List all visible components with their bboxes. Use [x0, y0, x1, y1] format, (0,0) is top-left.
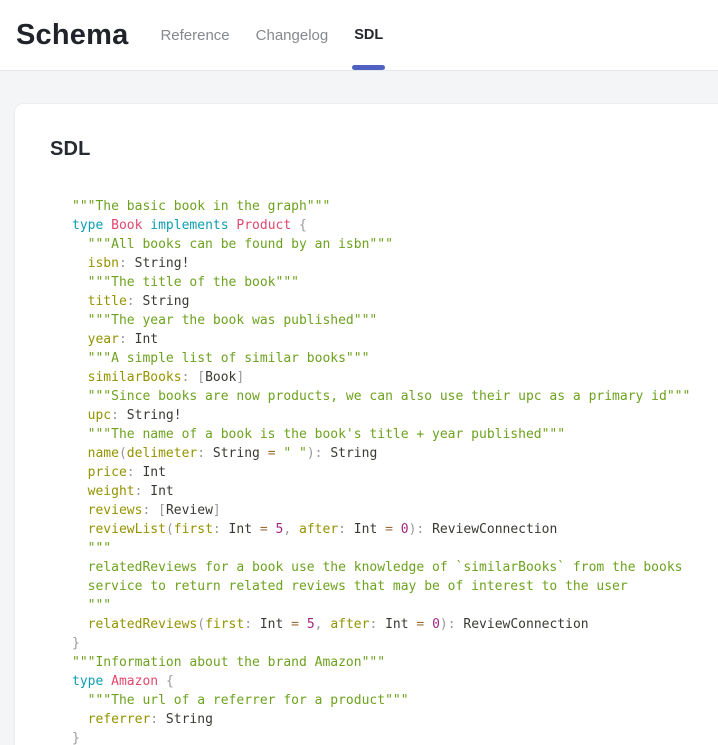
code-line: """The basic book in the graph"""	[72, 197, 718, 216]
code-line: """Information about the brand Amazon"""	[72, 653, 718, 672]
active-tab-indicator	[352, 65, 385, 70]
tab-changelog-label: Changelog	[256, 27, 329, 44]
code-line: """All books can be found by an isbn"""	[72, 235, 718, 254]
code-line: year: Int	[72, 330, 718, 349]
sdl-heading: SDL	[50, 138, 718, 161]
code-line: service to return related reviews that m…	[72, 577, 718, 596]
code-line: """	[72, 596, 718, 615]
tab-sdl-label: SDL	[354, 27, 383, 43]
content-area: SDL """The basic book in the graph"""typ…	[0, 71, 718, 745]
code-line: """A simple list of similar books"""	[72, 349, 718, 368]
sdl-code-block: """The basic book in the graph"""type Bo…	[72, 197, 718, 745]
code-line: reviews: [Review]	[72, 501, 718, 520]
tab-reference-label: Reference	[160, 27, 229, 44]
code-line: type Book implements Product {	[72, 216, 718, 235]
code-line: upc: String!	[72, 406, 718, 425]
code-line: reviewList(first: Int = 5, after: Int = …	[72, 520, 718, 539]
schema-page: Schema Reference Changelog SDL SDL """Th…	[0, 0, 718, 745]
code-line: price: Int	[72, 463, 718, 482]
code-line: relatedReviews for a book use the knowle…	[72, 558, 718, 577]
code-line: referrer: String	[72, 710, 718, 729]
tab-reference[interactable]: Reference	[158, 0, 231, 70]
tab-changelog[interactable]: Changelog	[254, 0, 331, 70]
code-line: isbn: String!	[72, 254, 718, 273]
tab-sdl[interactable]: SDL	[352, 0, 385, 70]
code-line: """The name of a book is the book's titl…	[72, 425, 718, 444]
code-line: """The year the book was published"""	[72, 311, 718, 330]
code-line: title: String	[72, 292, 718, 311]
tab-bar: Reference Changelog SDL	[158, 0, 385, 70]
page-title: Schema	[16, 19, 128, 52]
sdl-card: SDL """The basic book in the graph"""typ…	[15, 104, 718, 745]
code-line: """Since books are now products, we can …	[72, 387, 718, 406]
code-line: relatedReviews(first: Int = 5, after: In…	[72, 615, 718, 634]
code-line: type Amazon {	[72, 672, 718, 691]
code-line: }	[72, 729, 718, 745]
code-line: """The url of a referrer for a product""…	[72, 691, 718, 710]
code-line: }	[72, 634, 718, 653]
code-line: similarBooks: [Book]	[72, 368, 718, 387]
code-line: """	[72, 539, 718, 558]
code-line: """The title of the book"""	[72, 273, 718, 292]
page-header: Schema Reference Changelog SDL	[0, 0, 718, 71]
code-line: name(delimeter: String = " "): String	[72, 444, 718, 463]
code-line: weight: Int	[72, 482, 718, 501]
